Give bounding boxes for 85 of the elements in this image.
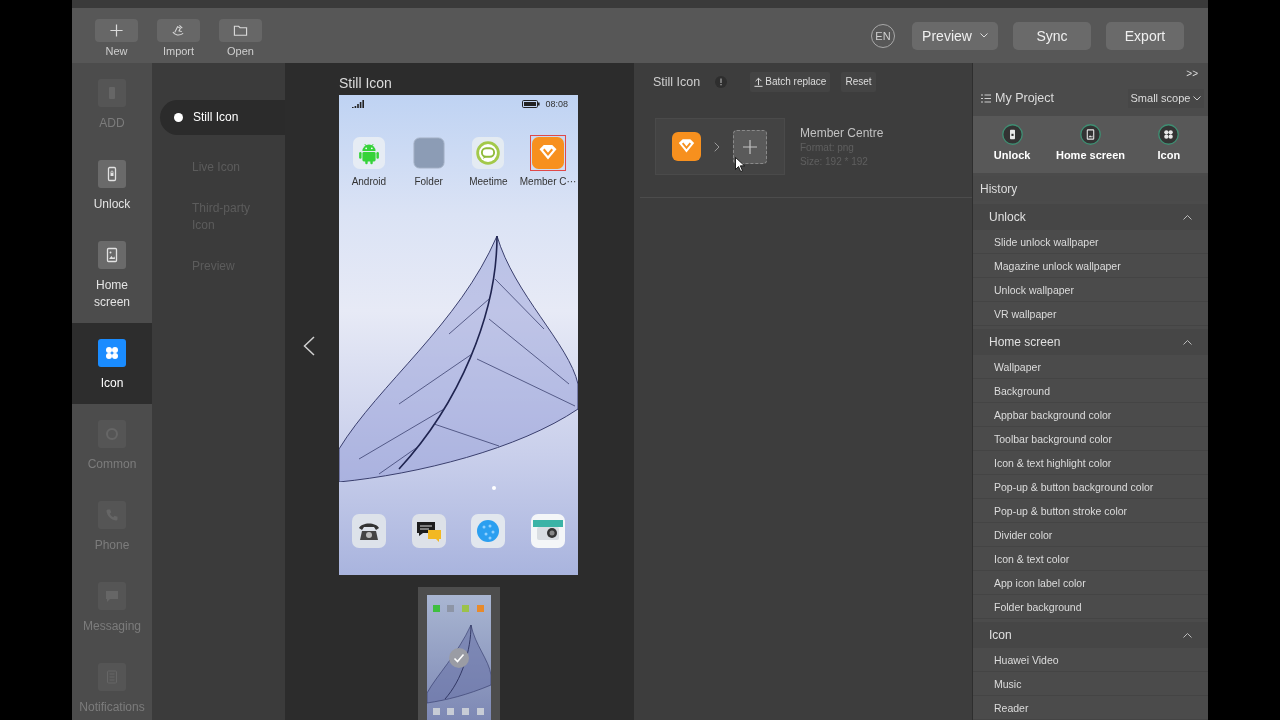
app-label: Folder xyxy=(414,176,443,188)
app-label: Android xyxy=(351,176,387,188)
signal-icon xyxy=(352,100,364,108)
telephone-icon[interactable] xyxy=(351,514,386,548)
import-button[interactable]: Import xyxy=(157,19,200,58)
app-label: Member C··· xyxy=(519,176,577,188)
history-item[interactable]: Icon & text color xyxy=(973,547,1208,571)
folder-icon xyxy=(219,19,262,42)
plus-icon xyxy=(743,139,757,154)
apps-icon xyxy=(1158,124,1180,145)
reset-button[interactable]: Reset xyxy=(841,71,876,92)
phone-image-icon xyxy=(98,241,126,269)
new-button[interactable]: New xyxy=(95,19,138,58)
chat-bubble-icon xyxy=(98,582,126,610)
sync-button[interactable]: Sync xyxy=(1013,21,1091,50)
history-item[interactable]: Appbar background color xyxy=(973,403,1208,427)
collapse-button[interactable]: >> xyxy=(1186,67,1198,80)
history-item[interactable]: App icon label color xyxy=(973,571,1208,595)
nav-item[interactable]: Unlock xyxy=(72,144,152,225)
history-item[interactable]: Magazine unlock wallpaper xyxy=(973,254,1208,278)
status-time: 08:08 xyxy=(545,99,568,109)
history-item[interactable]: Background xyxy=(973,379,1208,403)
upload-icon xyxy=(754,76,764,87)
scope-dropdown[interactable]: Small scope xyxy=(1128,88,1204,108)
group-header[interactable]: Home screen xyxy=(973,329,1208,355)
panel-title: Still Icon xyxy=(653,74,701,89)
subnav-item[interactable]: Still Icon xyxy=(160,100,285,135)
history-item[interactable]: Icon & text highlight color xyxy=(973,451,1208,475)
add-replacement-button[interactable] xyxy=(733,129,767,164)
plus-icon xyxy=(95,19,138,42)
phone-handset-icon xyxy=(98,501,126,529)
nav-item[interactable]: Icon xyxy=(72,323,152,404)
page-dot-icon xyxy=(492,486,496,490)
preview-title: Still Icon xyxy=(339,74,393,93)
app-label: Meetime xyxy=(469,176,508,188)
project-tab[interactable]: Icon xyxy=(1129,116,1208,173)
alert-icon[interactable] xyxy=(715,75,728,88)
caret-down-icon xyxy=(1193,95,1202,101)
caret-up-icon xyxy=(1183,214,1192,220)
caret-up-icon xyxy=(1183,339,1192,345)
apps-icon xyxy=(98,339,126,367)
batch-replace-button[interactable]: Batch replace xyxy=(750,71,831,92)
icon-name: Member Centre xyxy=(800,124,884,141)
project-tab[interactable]: Unlock xyxy=(973,116,1052,173)
project-tab[interactable]: Home screen xyxy=(1051,116,1130,173)
chat-ring-icon[interactable] xyxy=(470,135,507,171)
chat-bubbles-icon[interactable] xyxy=(411,514,446,548)
camera-icon[interactable] xyxy=(531,514,566,548)
phone-lock-icon xyxy=(98,160,126,188)
history-item[interactable]: Unlock wallpaper xyxy=(973,278,1208,302)
history-item[interactable]: Wallpaper xyxy=(973,355,1208,379)
ring-icon xyxy=(98,420,126,448)
chevron-left-icon[interactable] xyxy=(303,336,315,356)
caret-up-icon xyxy=(1183,632,1192,638)
list-icon xyxy=(98,663,126,691)
history-item[interactable]: Divider color xyxy=(973,523,1208,547)
project-title: My Project xyxy=(995,91,1055,105)
chevron-right-icon xyxy=(714,141,720,152)
caret-down-icon xyxy=(979,33,988,38)
diamond-app-icon xyxy=(672,132,701,161)
list-icon xyxy=(981,93,991,103)
dot-icon xyxy=(174,113,183,122)
history-item[interactable]: Pop-up & button stroke color xyxy=(973,499,1208,523)
history-item[interactable]: Pop-up & button background color xyxy=(973,475,1208,499)
page-thumbnail[interactable] xyxy=(417,587,500,720)
history-item[interactable]: Music xyxy=(973,672,1208,696)
history-item[interactable]: Toolbar background color xyxy=(973,427,1208,451)
group-header[interactable]: Icon xyxy=(973,622,1208,648)
phone-image-icon xyxy=(1080,124,1101,145)
nav-item[interactable]: Home screen xyxy=(72,225,152,323)
globe-icon[interactable] xyxy=(471,514,506,548)
mouse-pointer-icon xyxy=(735,157,745,172)
open-button[interactable]: Open xyxy=(219,19,262,58)
device-icon xyxy=(98,79,126,107)
diamond-app-icon[interactable] xyxy=(530,135,567,171)
history-item[interactable]: VR wallpaper xyxy=(973,302,1208,326)
history-item[interactable]: Slide unlock wallpaper xyxy=(973,230,1208,254)
phone-lock-icon xyxy=(1001,124,1023,145)
group-header[interactable]: Unlock xyxy=(973,204,1208,230)
battery-icon xyxy=(522,100,541,108)
export-button[interactable]: Export xyxy=(1106,21,1184,50)
preview-button[interactable]: Preview xyxy=(912,21,998,50)
history-item[interactable]: Folder background xyxy=(973,595,1208,619)
history-item[interactable]: Huawei Video xyxy=(973,648,1208,672)
history-item[interactable]: Reader xyxy=(973,696,1208,720)
